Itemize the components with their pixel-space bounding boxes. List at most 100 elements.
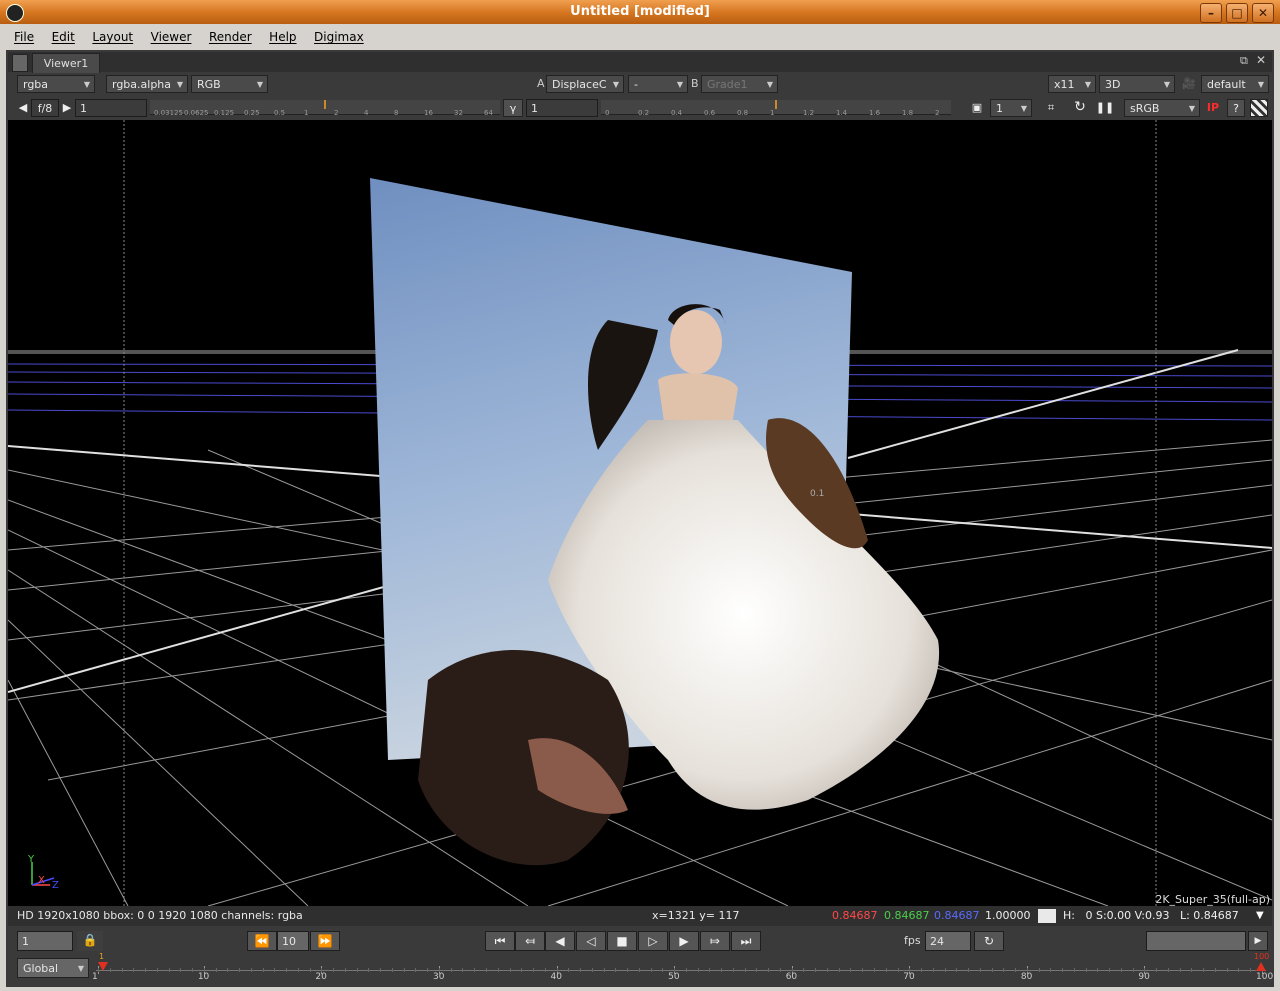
play-forward-button[interactable]: ▷ (638, 931, 668, 951)
gamma-field[interactable]: 1 (526, 99, 598, 117)
timeline-minor-tick (486, 968, 487, 972)
stop-button[interactable]: ■ (607, 931, 637, 951)
slider-tick-label: 0.0625 (184, 109, 209, 117)
timeline-minor-tick (1156, 968, 1158, 972)
current-frame-field[interactable]: 1 (17, 931, 73, 951)
camera-value: default (1207, 78, 1246, 91)
timeline-minor-tick (450, 968, 452, 972)
timeline-tick-label: 10 (197, 972, 210, 982)
timeline-ruler[interactable]: 1 10 20 30 40 50 60 70 80 90 100 1 100 (92, 952, 1273, 986)
chevron-down-icon: ▼ (676, 80, 683, 89)
timeline-minor-tick (932, 968, 934, 972)
viewer-canvas[interactable]: Y X Z 0.1 2K_Super_35(full-ap) (8, 120, 1272, 906)
minimize-button[interactable]: – (1200, 3, 1222, 23)
timeline-minor-tick (721, 968, 723, 972)
playhead-marker[interactable] (98, 962, 108, 971)
last-frame-button[interactable]: ⏭ (731, 931, 761, 951)
timeline-minor-tick (274, 968, 276, 972)
loop-mode-button[interactable]: ↻ (974, 931, 1004, 951)
roi-icon[interactable]: ⌗ (1040, 99, 1062, 117)
gain-slider[interactable]: 0.03125 0.0625 0.125 0.25 0.5 1 2 4 8 16 32 64 (150, 100, 500, 117)
clipping-warning-icon[interactable]: ? (1227, 99, 1245, 117)
step-back-button[interactable]: ⏪ (247, 931, 277, 951)
alpha-channel-dropdown[interactable]: rgba.alpha ▼ (106, 75, 188, 93)
step-increment-field[interactable]: 10 (277, 931, 309, 951)
camera-icon[interactable]: 🎥 (1179, 75, 1199, 93)
proxy-dropdown[interactable]: 1 ▼ (990, 99, 1032, 117)
chevron-down-icon: ▼ (256, 80, 263, 89)
info-menu-icon[interactable]: ▼ (1256, 906, 1264, 926)
input-a-dropdown[interactable]: DisplaceC ▼ (546, 75, 624, 93)
close-pane-icon[interactable]: ✕ (1256, 53, 1266, 67)
first-frame-button[interactable]: ⏮ (485, 931, 515, 951)
next-keyframe-button[interactable]: ⤇ (700, 931, 730, 951)
timeline-baseline (96, 970, 1266, 971)
pause-icon[interactable]: ❚❚ (1094, 99, 1116, 117)
prev-keyframe-button[interactable]: ⤆ (515, 931, 545, 951)
lock-icon[interactable]: 🔒 (77, 931, 103, 951)
timeline-minor-tick (403, 968, 405, 972)
menu-file[interactable]: File (14, 24, 34, 50)
timeline-minor-tick (1026, 968, 1028, 972)
range-mode-dropdown[interactable]: Global ▼ (17, 958, 89, 978)
next-frame-button[interactable]: ▶ (669, 931, 699, 951)
timeline-minor-tick (180, 968, 182, 972)
fstop-field[interactable]: f/8 (31, 99, 59, 117)
timeline-minor-tick (956, 968, 958, 972)
play-backward-button[interactable]: ◁ (576, 931, 606, 951)
timeline-minor-tick (909, 968, 911, 972)
camera-dropdown[interactable]: default ▼ (1201, 75, 1269, 93)
close-button[interactable]: ✕ (1252, 3, 1274, 23)
pixel-red-value: 0.84687 (832, 909, 878, 922)
gamma-toggle-button[interactable]: γ (503, 99, 523, 117)
slider-tick-label: 32 (454, 109, 463, 117)
maximize-button[interactable]: □ (1226, 3, 1248, 23)
fps-field[interactable]: 24 (925, 931, 971, 951)
pane-menu-icon[interactable] (12, 54, 28, 72)
gamma-slider-thumb[interactable] (775, 100, 777, 109)
menu-digimax[interactable]: Digimax (314, 24, 364, 50)
menu-render[interactable]: Render (209, 24, 252, 50)
menu-layout[interactable]: Layout (92, 24, 133, 50)
gamma-slider[interactable]: 0 0.2 0.4 0.6 0.8 1 1.2 1.4 1.6 1.8 2 (601, 100, 951, 117)
input-b-dropdown[interactable]: Grade1 ▼ (701, 75, 778, 93)
proxy-icon[interactable]: ▣ (966, 99, 988, 117)
gain-field[interactable]: 1 (75, 99, 147, 117)
compare-mode-dropdown[interactable]: - ▼ (628, 75, 688, 93)
channels-dropdown[interactable]: rgba ▼ (17, 75, 95, 93)
tab-viewer1[interactable]: Viewer1 (32, 53, 100, 73)
timeline-range-field[interactable] (1146, 931, 1246, 951)
lut-dropdown[interactable]: sRGB ▼ (1124, 99, 1200, 117)
menu-edit[interactable]: Edit (52, 24, 75, 50)
gain-slider-thumb[interactable] (324, 100, 326, 109)
slider-tick-label: 16 (424, 109, 433, 117)
out-point-marker[interactable] (1256, 962, 1266, 971)
viewer-3d-scene: Y X Z 0.1 (8, 120, 1272, 906)
timeline-minor-tick (286, 968, 288, 972)
timeline-minor-tick (850, 968, 852, 972)
step-forward-button[interactable]: ⏩ (310, 931, 340, 951)
timeline-minor-tick (309, 968, 311, 972)
menu-viewer[interactable]: Viewer (151, 24, 192, 50)
timeline-minor-tick (133, 968, 135, 972)
chevron-down-icon: ▼ (1163, 80, 1170, 89)
view-mode-dropdown[interactable]: 3D ▼ (1099, 75, 1175, 93)
downrez-dropdown[interactable]: x11 ▼ (1048, 75, 1096, 93)
timeline-tick-label: 50 (668, 972, 680, 982)
timeline-minor-tick (1097, 968, 1099, 972)
axis-x-label: X (38, 875, 45, 886)
timeline-options-button[interactable]: ▶ (1248, 931, 1268, 951)
timeline-minor-tick (227, 968, 229, 972)
display-channels-dropdown[interactable]: RGB ▼ (191, 75, 268, 93)
slider-tick-label: 8 (394, 109, 399, 117)
prev-frame-button[interactable]: ◀ (545, 931, 575, 951)
input-process-button[interactable]: IP (1203, 99, 1223, 117)
checkerboard-icon[interactable] (1250, 99, 1268, 117)
slider-tick-label: 0.2 (638, 109, 650, 117)
menu-help[interactable]: Help (269, 24, 296, 50)
float-pane-icon[interactable]: ⧉ (1240, 54, 1248, 68)
timeline-minor-tick (591, 968, 593, 972)
refresh-icon[interactable]: ↻ (1069, 99, 1091, 117)
fstop-down-button[interactable]: ◀ (16, 99, 30, 117)
fstop-up-button[interactable]: ▶ (60, 99, 74, 117)
